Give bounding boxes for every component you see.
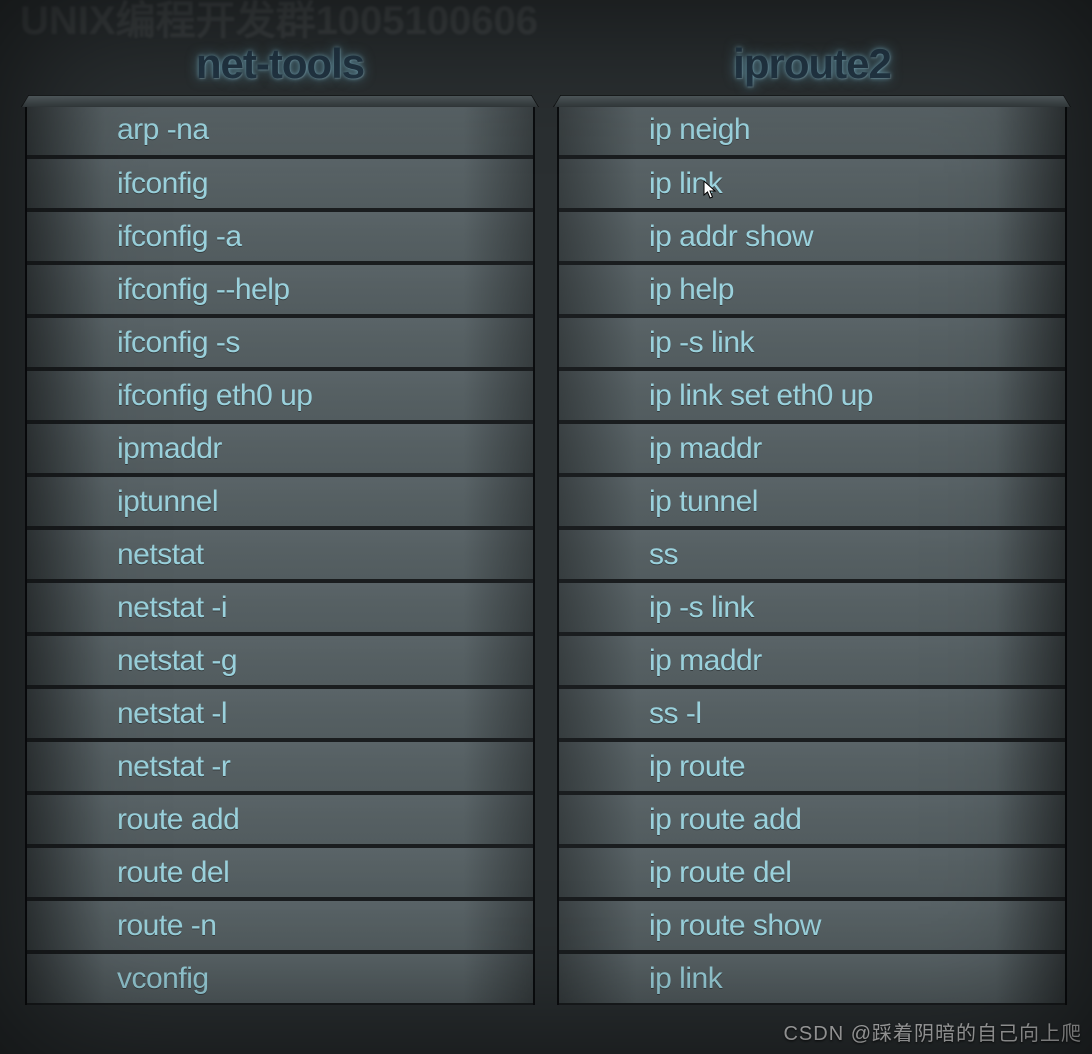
table-row: route add — [27, 793, 533, 846]
table-row: netstat -r — [27, 740, 533, 793]
table-row: ifconfig -a — [27, 210, 533, 263]
table-row: ip neigh — [559, 104, 1065, 157]
table-row: ip route del — [559, 846, 1065, 899]
table-row: ip tunnel — [559, 475, 1065, 528]
table-row: ifconfig --help — [27, 263, 533, 316]
table-row: ip route show — [559, 899, 1065, 952]
table-row: netstat — [27, 528, 533, 581]
command-text: ipmaddr — [27, 432, 222, 466]
command-text: ifconfig -a — [27, 220, 242, 254]
table-row: ifconfig — [27, 157, 533, 210]
command-text: ifconfig --help — [27, 273, 290, 307]
table-row: ip maddr — [559, 634, 1065, 687]
command-text: netstat -l — [27, 697, 227, 731]
table-row: vconfig — [27, 952, 533, 1005]
command-text: ip tunnel — [559, 485, 758, 519]
command-text: ifconfig — [27, 167, 208, 201]
command-text: ip help — [559, 273, 734, 307]
command-text: ss -l — [559, 697, 702, 731]
command-text: ip link — [559, 962, 722, 996]
command-text: ip maddr — [559, 644, 762, 678]
table-row: ifconfig eth0 up — [27, 369, 533, 422]
csdn-watermark: CSDN @踩着阴暗的自己向上爬 — [783, 1017, 1082, 1046]
table-row: ip link — [559, 952, 1065, 1005]
table-row: route -n — [27, 899, 533, 952]
iproute2-header: iproute2 — [557, 20, 1067, 102]
table-row: netstat -l — [27, 687, 533, 740]
command-text: ip link — [559, 167, 722, 201]
command-text: ip route add — [559, 803, 801, 837]
iproute2-column: iproute2 ip neigh ip link ip addr show ip h… — [557, 20, 1067, 1005]
comparison-slide: UNIX编程开发群1005100606 net-tools arp -naifc… — [0, 0, 1092, 1054]
table-row: ip help — [559, 263, 1065, 316]
table-row: netstat -i — [27, 581, 533, 634]
command-text: ip route show — [559, 909, 821, 943]
table-row: ip link set eth0 up — [559, 369, 1065, 422]
table-row: route del — [27, 846, 533, 899]
command-text: netstat -r — [27, 750, 230, 784]
command-text: ip -s link — [559, 326, 754, 360]
table-row: iptunnel — [27, 475, 533, 528]
table-row: ss — [559, 528, 1065, 581]
net-tools-table: arp -na ifconfig ifconfig -a ifconfig --hel… — [25, 102, 535, 1005]
command-text: ss — [559, 538, 678, 572]
table-row: ip addr show — [559, 210, 1065, 263]
net-tools-header: net-tools — [25, 20, 535, 102]
command-text: ip neigh — [559, 113, 750, 147]
command-text: netstat -i — [27, 591, 227, 625]
command-text: ip route — [559, 750, 745, 784]
command-text: route add — [27, 803, 239, 837]
table-row: ip route — [559, 740, 1065, 793]
command-text: ip maddr — [559, 432, 762, 466]
table-row: ifconfig -s — [27, 316, 533, 369]
table-row: ss -l — [559, 687, 1065, 740]
table-row: ip link — [559, 157, 1065, 210]
command-text: route del — [27, 856, 229, 890]
command-text: netstat -g — [27, 644, 237, 678]
command-text: netstat — [27, 538, 204, 572]
table-row: arp -na — [27, 104, 533, 157]
iproute2-table: ip neigh ip link ip addr show ip help ip -s … — [557, 102, 1067, 1005]
command-text: arp -na — [27, 113, 209, 147]
table-row: ip -s link — [559, 316, 1065, 369]
command-text: vconfig — [27, 962, 209, 996]
command-text: ip addr show — [559, 220, 813, 254]
command-text: ip -s link — [559, 591, 754, 625]
table-row: ip maddr — [559, 422, 1065, 475]
command-text: iptunnel — [27, 485, 218, 519]
command-text: ip route del — [559, 856, 791, 890]
table-row: netstat -g — [27, 634, 533, 687]
net-tools-column: net-tools arp -na ifconfig ifconfig -a ifco… — [25, 20, 535, 1005]
command-text: route -n — [27, 909, 216, 943]
table-row: ip route add — [559, 793, 1065, 846]
table-row: ip -s link — [559, 581, 1065, 634]
command-text: ifconfig -s — [27, 326, 240, 360]
command-text: ip link set eth0 up — [559, 379, 873, 413]
command-text: ifconfig eth0 up — [27, 379, 312, 413]
table-row: ipmaddr — [27, 422, 533, 475]
